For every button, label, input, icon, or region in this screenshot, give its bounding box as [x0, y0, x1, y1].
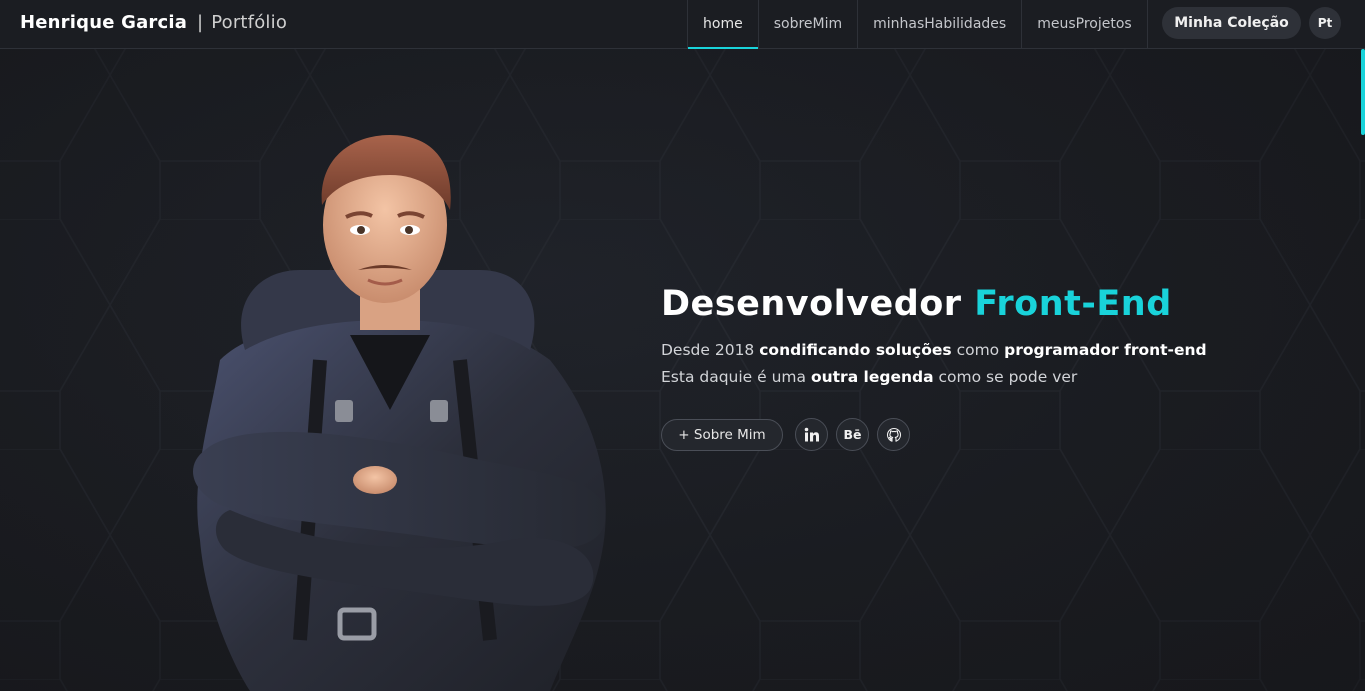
nav-links: home sobreMim minhasHabilidades meusProj… — [687, 0, 1148, 49]
hero-actions: + Sobre Mim Bē — [661, 418, 918, 451]
collection-button[interactable]: Minha Coleção — [1162, 7, 1301, 39]
linkedin-button[interactable] — [795, 418, 828, 451]
nav-link-sobremim[interactable]: sobreMim — [757, 0, 857, 48]
line2-bold-1: outra legenda — [810, 368, 934, 386]
about-me-button[interactable]: + Sobre Mim — [661, 418, 783, 451]
nav-link-minhashabilidades[interactable]: minhasHabilidades — [857, 0, 1021, 48]
behance-button[interactable]: Bē — [836, 418, 869, 451]
line1-bold-2: programador front-end — [1004, 341, 1207, 359]
line2-text-1: Esta daquie é uma — [661, 368, 807, 386]
hero-title: Desenvolvedor Front-End — [661, 280, 1281, 328]
line1-bold-1: condificando soluções — [759, 341, 952, 359]
github-button[interactable] — [877, 418, 910, 451]
brand-subtitle: Portfólio — [211, 12, 288, 33]
brand-logo[interactable]: Henrique Garcia | Portfólio — [20, 11, 287, 35]
page: Henrique Garcia | Portfólio home sobreMi… — [0, 0, 1365, 691]
hero-section: Desenvolvedor Front-End Desde 2018 condi… — [661, 280, 1281, 391]
github-icon — [886, 427, 901, 442]
hero-subtitle-line-2: Esta daquie é uma outra legenda como se … — [661, 364, 1281, 391]
brand-separator: | — [197, 12, 204, 33]
behance-icon: Bē — [843, 427, 862, 442]
hero-title-main: Desenvolvedor — [661, 284, 962, 324]
scroll-indicator[interactable] — [1361, 49, 1365, 135]
hero-subtitle-line-1: Desde 2018 condificando soluções como pr… — [661, 337, 1281, 364]
avatar-illustration — [193, 135, 606, 691]
brand-name: Henrique Garcia — [20, 12, 188, 33]
language-button[interactable]: Pt — [1309, 7, 1341, 39]
line1-text-2: como — [956, 341, 1000, 359]
hero-title-accent: Front-End — [974, 284, 1172, 324]
nav-link-meusprojetos[interactable]: meusProjetos — [1021, 0, 1148, 48]
line2-text-2: como se pode ver — [938, 368, 1078, 386]
line1-text-1: Desde 2018 — [661, 341, 755, 359]
top-navbar: Henrique Garcia | Portfólio home sobreMi… — [0, 0, 1365, 49]
linkedin-icon — [804, 427, 819, 441]
nav-link-home[interactable]: home — [687, 0, 758, 49]
